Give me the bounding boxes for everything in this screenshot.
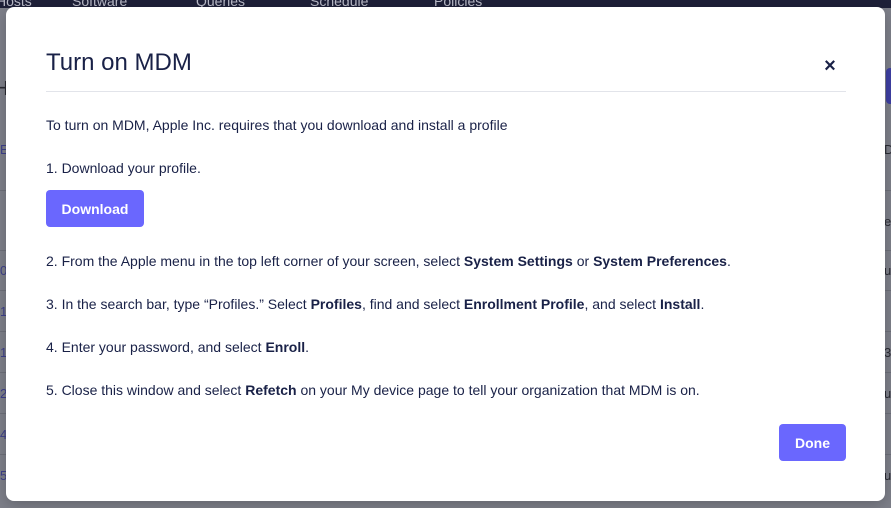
system-settings-label: System Settings [463, 253, 573, 269]
background-text: 3 [884, 345, 891, 360]
close-button[interactable]: × [818, 54, 842, 78]
background-action-button[interactable] [886, 68, 891, 104]
step-2-part: 2. From the Apple menu in the top left c… [46, 253, 464, 269]
step-1-text: 1. Download your profile. [46, 160, 201, 176]
step-4-text: 4. Enter your password, and select Enrol… [46, 337, 309, 357]
step-3-part: 3. In the search bar, type “Profiles.” S… [46, 296, 311, 312]
enrollment-profile-label: Enrollment Profile [463, 296, 585, 312]
background-text: D [884, 142, 891, 157]
refetch-label: Refetch [245, 382, 297, 398]
background-text: u [884, 468, 891, 483]
step-2-text: 2. From the Apple menu in the top left c… [46, 251, 731, 271]
step-5-text: 5. Close this window and select Refetch … [46, 380, 700, 400]
modal-title: Turn on MDM [46, 49, 192, 76]
step-3-text: 3. In the search bar, type “Profiles.” S… [46, 294, 704, 314]
step-5-part: on your My device page to tell your orga… [296, 382, 700, 398]
background-text: u [884, 386, 891, 401]
intro-text: To turn on MDM, Apple Inc. requires that… [46, 117, 508, 133]
system-preferences-label: System Preferences [593, 253, 727, 269]
step-4-part: . [305, 339, 310, 355]
profiles-label: Profiles [310, 296, 362, 312]
background-text: e [884, 214, 891, 229]
done-button[interactable]: Done [779, 424, 846, 461]
close-icon: × [824, 55, 836, 77]
step-3-part: . [700, 296, 705, 312]
step-5-part: 5. Close this window and select [46, 382, 246, 398]
background-text: u [884, 263, 891, 278]
modal-divider [46, 91, 846, 92]
step-2-part: or [572, 253, 594, 269]
download-button[interactable]: Download [46, 190, 144, 227]
enroll-label: Enroll [265, 339, 306, 355]
step-4-part: 4. Enter your password, and select [46, 339, 266, 355]
step-2-part: . [726, 253, 731, 269]
step-3-part: , find and select [361, 296, 464, 312]
step-3-part: , and select [584, 296, 660, 312]
install-label: Install [659, 296, 701, 312]
turn-on-mdm-modal: Turn on MDM × To turn on MDM, Apple Inc.… [6, 7, 885, 501]
